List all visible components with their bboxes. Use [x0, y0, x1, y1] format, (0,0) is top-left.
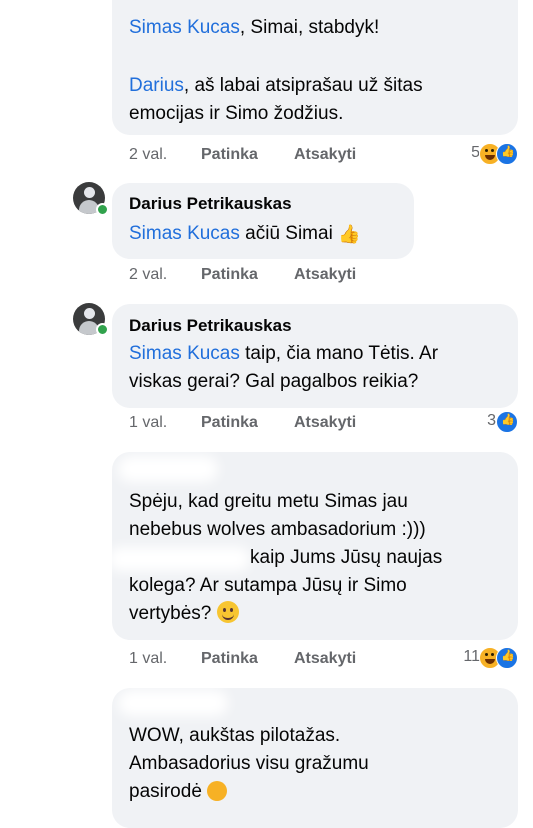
reaction-summary[interactable]: 5 — [440, 143, 520, 165]
like-reaction-icon — [496, 143, 518, 165]
comment-text: Spėju, kad greitu metu Simas jau — [129, 488, 408, 516]
comment-text: Ambasadorius visu gražumu — [129, 750, 369, 778]
text-line: pasirodė — [129, 781, 202, 802]
comment-text: pasirodė — [129, 778, 228, 806]
mention-link[interactable]: Darius — [129, 75, 184, 96]
text-line: emocijas ir Simo žodžius. — [129, 103, 344, 124]
mention-link[interactable]: Simas Kucas — [129, 17, 240, 38]
comment-text: Simas Kucas taip, čia mano Tėtis. Ar — [129, 340, 438, 368]
like-button[interactable]: Patinka — [201, 650, 258, 668]
mention-link[interactable]: Simas Kucas — [129, 223, 240, 244]
timestamp[interactable]: 2 val. — [129, 146, 167, 164]
text-line: nebebus wolves ambasadorium :))) — [129, 519, 426, 540]
redacted-author — [118, 456, 218, 482]
redacted-author — [118, 690, 228, 716]
comment-text: nebebus wolves ambasadorium :))) — [129, 516, 426, 544]
comment-text: Simas Kucas ačiū Simai — [129, 220, 361, 248]
comment-text: WOW, aukštas pilotažas. — [129, 722, 340, 750]
like-reaction-icon — [496, 411, 518, 433]
comment-text: viskas gerai? Gal pagalbos reikia? — [129, 368, 418, 396]
text-line: taip, čia mano Tėtis. Ar — [239, 343, 439, 364]
comment-text: kaip Jums Jūsų naujas — [250, 544, 442, 572]
smiling-face-emoji — [216, 601, 239, 623]
text-line: WOW, aukštas pilotažas. — [129, 725, 341, 746]
like-reaction-icon — [496, 647, 518, 669]
comment-text: kolega? Ar sutampa Jūsų ir Simo — [129, 572, 407, 600]
timestamp[interactable]: 2 val. — [129, 266, 167, 284]
reply-button[interactable]: Atsakyti — [294, 266, 356, 284]
reply-button[interactable]: Atsakyti — [294, 146, 356, 164]
like-button[interactable]: Patinka — [201, 414, 258, 432]
comment-text: Darius, aš labai atsiprašau už šitas — [129, 72, 423, 100]
text-line: kaip Jums Jūsų naujas — [250, 547, 443, 568]
comment-text: vertybės? — [129, 600, 239, 628]
like-button[interactable]: Patinka — [201, 146, 258, 164]
online-status-dot — [96, 323, 109, 336]
reply-button[interactable]: Atsakyti — [294, 414, 356, 432]
redacted-name — [108, 547, 250, 571]
timestamp[interactable]: 1 val. — [129, 414, 167, 432]
thumbs-up-emoji — [338, 220, 360, 248]
like-button[interactable]: Patinka — [201, 266, 258, 284]
text-line: Spėju, kad greitu metu Simas jau — [129, 491, 408, 512]
laughing-emoji — [207, 781, 228, 801]
text-line: viskas gerai? Gal pagalbos reikia? — [129, 371, 419, 392]
text-line: , Simai, stabdyk! — [239, 17, 380, 38]
text-line: Ambasadorius visu gražumu — [129, 753, 369, 774]
text-line: vertybės? — [129, 603, 212, 624]
comment-text: emocijas ir Simo žodžius. — [129, 100, 343, 128]
reply-button[interactable]: Atsakyti — [294, 650, 356, 668]
timestamp[interactable]: 1 val. — [129, 650, 167, 668]
reaction-summary[interactable]: 11 — [440, 647, 520, 669]
comment-text: Simas Kucas, Simai, stabdyk! — [129, 14, 379, 42]
text-line: , aš labai atsiprašau už šitas — [183, 75, 423, 96]
comment-author[interactable]: Darius Petrikauskas — [129, 194, 292, 214]
text-line: kolega? Ar sutampa Jūsų ir Simo — [129, 575, 407, 596]
reaction-summary[interactable]: 3 — [460, 411, 520, 433]
online-status-dot — [96, 203, 109, 216]
reaction-count: 3 — [487, 412, 496, 429]
reaction-count: 11 — [463, 648, 480, 665]
comment-author[interactable]: Darius Petrikauskas — [129, 316, 292, 336]
mention-link[interactable]: Simas Kucas — [129, 343, 240, 364]
text-line: ačiū Simai — [239, 223, 333, 244]
